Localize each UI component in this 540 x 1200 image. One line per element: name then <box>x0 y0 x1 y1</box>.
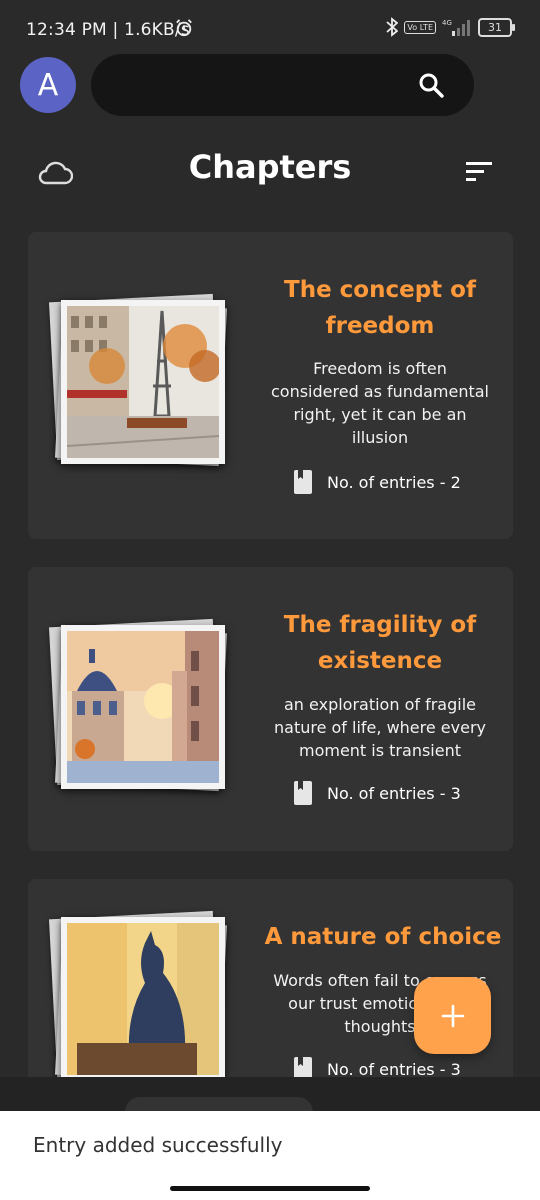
alarm-icon <box>176 19 192 37</box>
entries-label: No. of entries - 3 <box>327 783 461 803</box>
bottom-bar <box>0 1077 540 1127</box>
chapter-image <box>48 910 228 1077</box>
entries-label: No. of entries - 3 <box>327 1059 461 1078</box>
book-icon <box>294 470 312 494</box>
search-input[interactable] <box>115 54 409 118</box>
chapter-title: The fragility of existence <box>283 612 477 674</box>
battery-icon: 31 <box>478 17 515 37</box>
dark-mode-icon[interactable] <box>494 71 520 99</box>
status-bar: 12:34 PM | 1.6KB/s Vo LTE 4G 31 <box>0 0 540 58</box>
svg-text:4G: 4G <box>442 19 452 27</box>
book-icon <box>294 781 312 805</box>
status-time: 12:34 PM | 1.6KB/s <box>26 20 190 40</box>
search-bar[interactable] <box>91 54 474 118</box>
search-icon[interactable] <box>418 72 444 98</box>
add-chapter-button[interactable] <box>414 977 491 1054</box>
snackbar-message: Entry added successfully <box>33 1133 283 1157</box>
sort-icon[interactable] <box>465 160 493 182</box>
entries-count: No. of entries - 2 <box>293 469 461 495</box>
add-icon <box>441 1004 464 1027</box>
chapter-description: an exploration of fragile nature of life… <box>274 695 486 760</box>
chapter-image <box>48 618 228 792</box>
entries-label: No. of entries - 2 <box>327 472 461 492</box>
chapter-card[interactable]: The concept of freedom Freedom is often … <box>28 232 513 539</box>
chapter-card[interactable]: The fragility of existence an exploratio… <box>28 567 513 851</box>
book-icon <box>294 1057 312 1077</box>
page-title: Chapters <box>188 148 352 186</box>
chapter-description: Freedom is often considered as fundament… <box>270 359 489 447</box>
bluetooth-icon <box>386 17 399 37</box>
gesture-nav-handle[interactable] <box>170 1186 370 1191</box>
chapter-image <box>48 293 228 467</box>
entries-count: No. of entries - 3 <box>293 1056 461 1077</box>
volte-badge: Vo LTE <box>404 20 436 34</box>
chapter-title: The concept of freedom <box>284 277 476 339</box>
entries-count: No. of entries - 3 <box>293 780 461 806</box>
signal-icon: 4G <box>442 19 470 36</box>
avatar[interactable]: A <box>20 57 76 113</box>
chapter-title: A nature of choice <box>264 924 502 950</box>
